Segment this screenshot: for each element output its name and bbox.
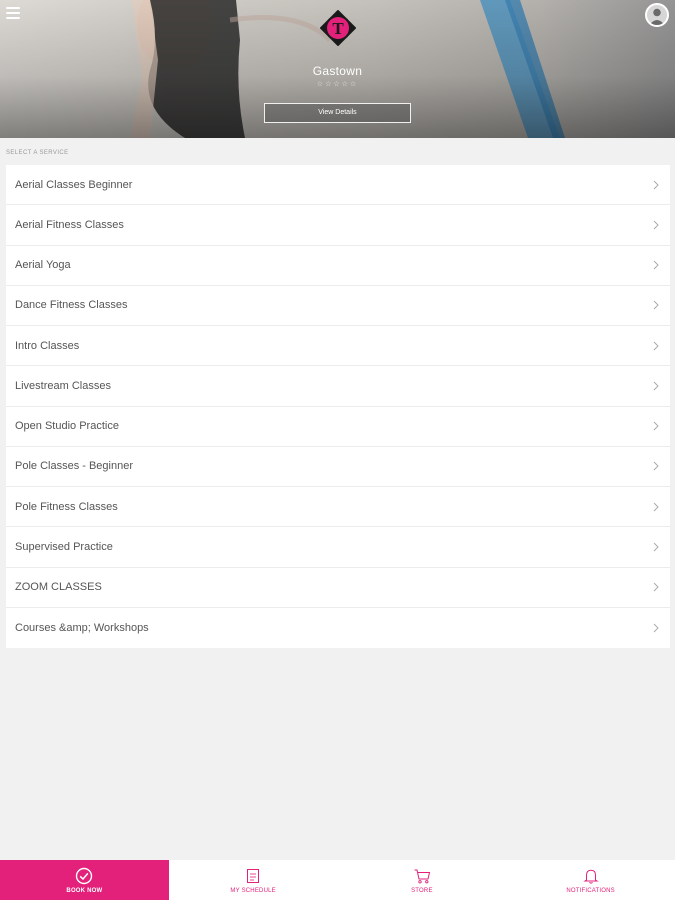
service-label: Pole Classes - Beginner <box>15 460 134 473</box>
service-label: Courses &amp; Workshops <box>15 621 149 634</box>
hero-banner: T Gastown ☆☆☆☆☆ View Details <box>0 0 675 138</box>
service-label: ZOOM CLASSES <box>15 581 102 594</box>
service-item[interactable]: ZOOM CLASSES <box>6 568 670 608</box>
chevron-right-icon <box>653 542 659 552</box>
service-item[interactable]: Aerial Classes Beginner <box>6 165 670 206</box>
service-item[interactable]: Aerial Fitness Classes <box>6 205 670 246</box>
logo-letter: T <box>332 19 344 38</box>
tab-notifications[interactable]: NOTIFICATIONS <box>506 860 675 900</box>
tab-store[interactable]: STORE <box>338 860 507 900</box>
check-circle-icon <box>76 867 93 884</box>
service-item[interactable]: Courses &amp; Workshops <box>6 608 670 648</box>
profile-avatar-button[interactable] <box>645 3 669 27</box>
service-item[interactable]: Dance Fitness Classes <box>6 286 670 326</box>
service-item[interactable]: Aerial Yoga <box>6 246 670 286</box>
bottom-nav: BOOK NOW MY SCHEDULE STORE NOTIFICATIONS <box>0 860 675 900</box>
studio-logo: T <box>320 10 356 46</box>
menu-icon-bar <box>6 12 20 14</box>
chevron-right-icon <box>653 582 659 592</box>
cart-icon <box>414 869 431 883</box>
service-label: Aerial Classes Beginner <box>15 178 133 191</box>
tab-label: MY SCHEDULE <box>230 887 276 894</box>
chevron-right-icon <box>653 462 659 471</box>
service-list: Aerial Classes Beginner Aerial Fitness C… <box>6 165 670 648</box>
service-item[interactable]: Open Studio Practice <box>6 407 670 447</box>
service-label: Dance Fitness Classes <box>15 299 128 312</box>
menu-button[interactable] <box>6 7 20 19</box>
service-label: Supervised Practice <box>15 540 113 553</box>
tab-label: BOOK NOW <box>66 887 103 894</box>
menu-icon-bar <box>6 7 20 9</box>
service-item[interactable]: Supervised Practice <box>6 527 670 568</box>
chevron-right-icon <box>653 421 659 431</box>
tab-label: STORE <box>411 887 433 894</box>
service-label: Intro Classes <box>15 339 80 352</box>
service-label: Aerial Fitness Classes <box>15 218 124 231</box>
chevron-right-icon <box>653 220 659 230</box>
tab-label: NOTIFICATIONS <box>566 887 615 894</box>
chevron-right-icon <box>653 623 659 633</box>
tab-my-schedule[interactable]: MY SCHEDULE <box>169 860 338 900</box>
service-label: Aerial Yoga <box>15 259 71 272</box>
service-item[interactable]: Intro Classes <box>6 326 670 367</box>
service-item[interactable]: Livestream Classes <box>6 366 670 407</box>
chevron-right-icon <box>653 502 659 511</box>
studio-name: Gastown <box>312 64 363 78</box>
service-label: Pole Fitness Classes <box>15 500 118 513</box>
service-label: Livestream Classes <box>15 379 111 392</box>
section-label: SELECT A SERVICE <box>6 150 69 156</box>
calendar-icon <box>247 868 260 883</box>
service-label: Open Studio Practice <box>15 420 119 433</box>
chevron-right-icon <box>653 260 659 270</box>
rating-stars: ☆☆☆☆☆ <box>316 81 359 88</box>
service-item[interactable]: Pole Classes - Beginner <box>6 447 670 487</box>
user-icon <box>649 8 665 25</box>
service-item[interactable]: Pole Fitness Classes <box>6 487 670 528</box>
menu-icon-bar <box>6 17 20 19</box>
bell-icon <box>582 869 599 884</box>
chevron-right-icon <box>653 180 659 189</box>
chevron-right-icon <box>653 381 659 391</box>
view-details-button[interactable]: View Details <box>264 103 411 123</box>
tab-book-now[interactable]: BOOK NOW <box>0 860 169 900</box>
chevron-right-icon <box>653 341 659 350</box>
chevron-right-icon <box>653 301 659 310</box>
